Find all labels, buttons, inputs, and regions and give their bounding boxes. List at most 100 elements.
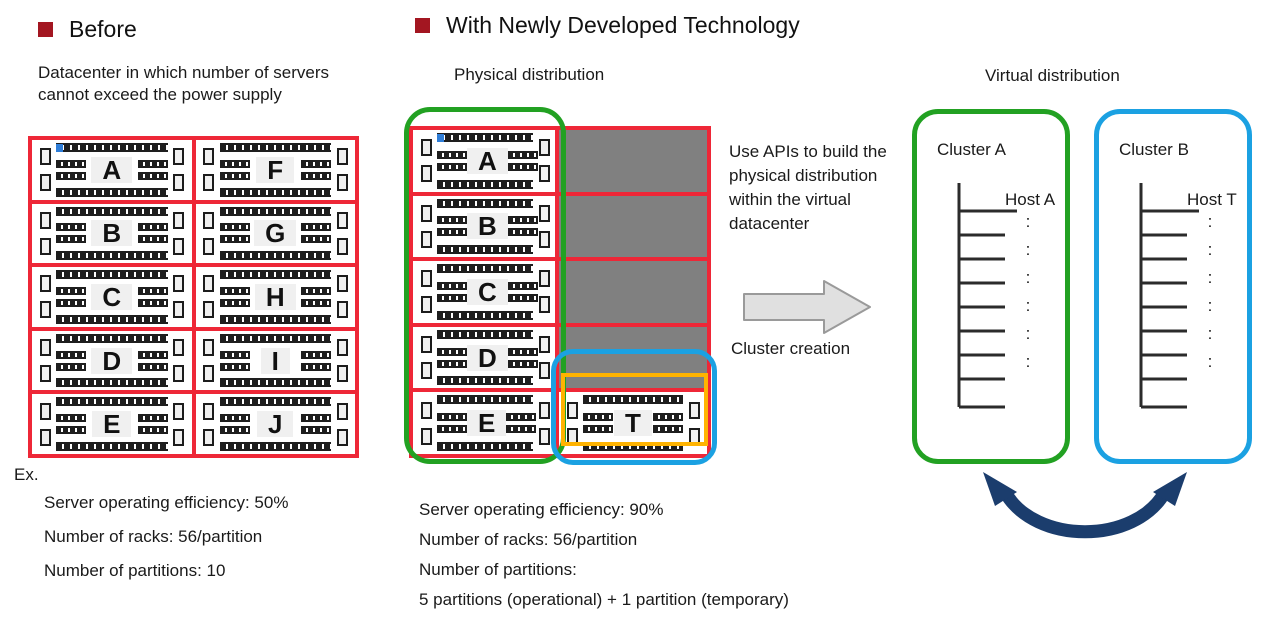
right-arrow-icon — [743, 280, 871, 334]
right-side-units — [535, 392, 553, 454]
partition-J[interactable]: J — [191, 390, 359, 458]
virtual-distribution-title: Virtual distribution — [985, 66, 1120, 85]
rack-row-top — [437, 329, 533, 339]
rack-row — [507, 359, 538, 368]
partition-I[interactable]: I — [191, 326, 359, 395]
partition-F[interactable]: F — [191, 136, 359, 204]
left-side-units — [36, 267, 54, 327]
partition-C[interactable]: C — [28, 263, 196, 331]
side-unit — [203, 237, 214, 255]
rack-row — [507, 216, 538, 225]
rack-stack-left — [219, 159, 250, 180]
side-unit — [420, 165, 432, 183]
side-unit — [336, 339, 348, 357]
rack-rows: G — [219, 206, 331, 261]
right-side-units — [170, 204, 188, 264]
before-notes-intro: Ex. — [14, 465, 39, 484]
left-side-units — [417, 196, 435, 258]
rack-row — [300, 223, 331, 232]
side-unit — [39, 237, 51, 255]
side-unit — [538, 165, 550, 183]
rack-row — [506, 413, 537, 422]
rack-rows: H — [219, 270, 331, 324]
partition-label: E — [92, 411, 132, 438]
rack-row-bottom — [583, 441, 683, 451]
rack-stack-left — [437, 281, 467, 302]
left-side-units — [36, 394, 54, 454]
side-unit — [420, 427, 432, 445]
side-unit — [39, 428, 51, 446]
empty-partition-4[interactable] — [555, 322, 711, 393]
side-unit — [203, 148, 214, 166]
empty-partition-3[interactable] — [555, 257, 711, 327]
side-unit — [688, 401, 700, 419]
rack-row — [56, 223, 86, 232]
partition-D[interactable]: D — [28, 326, 196, 395]
side-unit — [173, 365, 184, 383]
side-unit — [420, 336, 432, 354]
right-side-units — [333, 140, 351, 200]
phys-partition-A[interactable]: A — [409, 126, 561, 196]
rack-row — [437, 216, 467, 225]
rack-row-top — [56, 270, 168, 280]
rack-row — [219, 362, 250, 371]
rack-row — [301, 286, 331, 295]
side-unit — [538, 139, 550, 157]
red-square-bullet-icon — [38, 22, 53, 37]
left-side-units — [200, 394, 218, 454]
rack-row — [507, 150, 538, 159]
rack-row — [437, 359, 467, 368]
phys-partition-B[interactable]: B — [409, 191, 561, 262]
after-note-partitions-detail: 5 partitions (operational) + 1 partition… — [419, 590, 789, 609]
rack-row-top — [437, 395, 533, 405]
after-note-racks: Number of racks: 56/partition — [419, 530, 638, 549]
partition-B[interactable]: B — [28, 199, 196, 268]
cluster-a-box[interactable]: Cluster A Host A : : : : : : — [912, 109, 1070, 464]
partition-H[interactable]: H — [191, 263, 359, 331]
rack-middle-band: T — [583, 404, 683, 442]
empty-partition-1[interactable] — [555, 126, 711, 196]
rack-row — [437, 162, 467, 171]
side-unit — [538, 230, 550, 248]
side-unit — [173, 148, 184, 166]
partition-G[interactable]: G — [191, 199, 359, 268]
rack-row-bottom — [437, 310, 533, 320]
side-unit — [203, 211, 214, 229]
rack-row-bottom — [219, 187, 331, 197]
ellipsis-dot: : — [1207, 324, 1213, 343]
after-section-heading: With Newly Developed Technology — [415, 14, 800, 37]
rack-row — [56, 426, 86, 435]
ellipsis-dot: : — [1207, 240, 1213, 259]
cluster-b-title: Cluster B — [1119, 140, 1189, 159]
empty-partition-2[interactable] — [555, 191, 711, 262]
ellipsis-dot: : — [1025, 352, 1031, 371]
side-unit — [538, 204, 550, 222]
rack-stack-right — [507, 216, 538, 237]
rack-row — [300, 362, 331, 371]
rack-row-top — [219, 333, 331, 343]
rack-row-top — [219, 270, 331, 280]
left-side-units — [417, 327, 435, 389]
rack-stack-right — [507, 281, 538, 302]
phys-partition-E[interactable]: E — [409, 388, 561, 458]
side-unit — [39, 275, 51, 293]
partition-label: D — [91, 347, 133, 374]
cluster-b-box[interactable]: Cluster B Host T : : : : : : — [1094, 109, 1252, 464]
phys-partition-D[interactable]: D — [409, 322, 561, 393]
side-unit — [538, 401, 550, 419]
rack-stack-left — [56, 286, 86, 307]
side-unit — [420, 401, 432, 419]
rack-row — [56, 171, 86, 180]
right-side-units — [170, 394, 188, 454]
rack-row — [507, 228, 538, 237]
partition-A[interactable]: A — [28, 136, 196, 204]
rack-row — [137, 235, 168, 244]
rack-row — [507, 281, 538, 290]
rack-row-top — [437, 198, 533, 208]
side-unit — [336, 402, 348, 420]
ellipsis-dot: : — [1207, 296, 1213, 315]
phys-partition-C[interactable]: C — [409, 257, 561, 327]
partition-E[interactable]: E — [28, 390, 196, 458]
side-unit — [538, 362, 550, 380]
phys-partition-T[interactable]: T — [555, 388, 711, 458]
